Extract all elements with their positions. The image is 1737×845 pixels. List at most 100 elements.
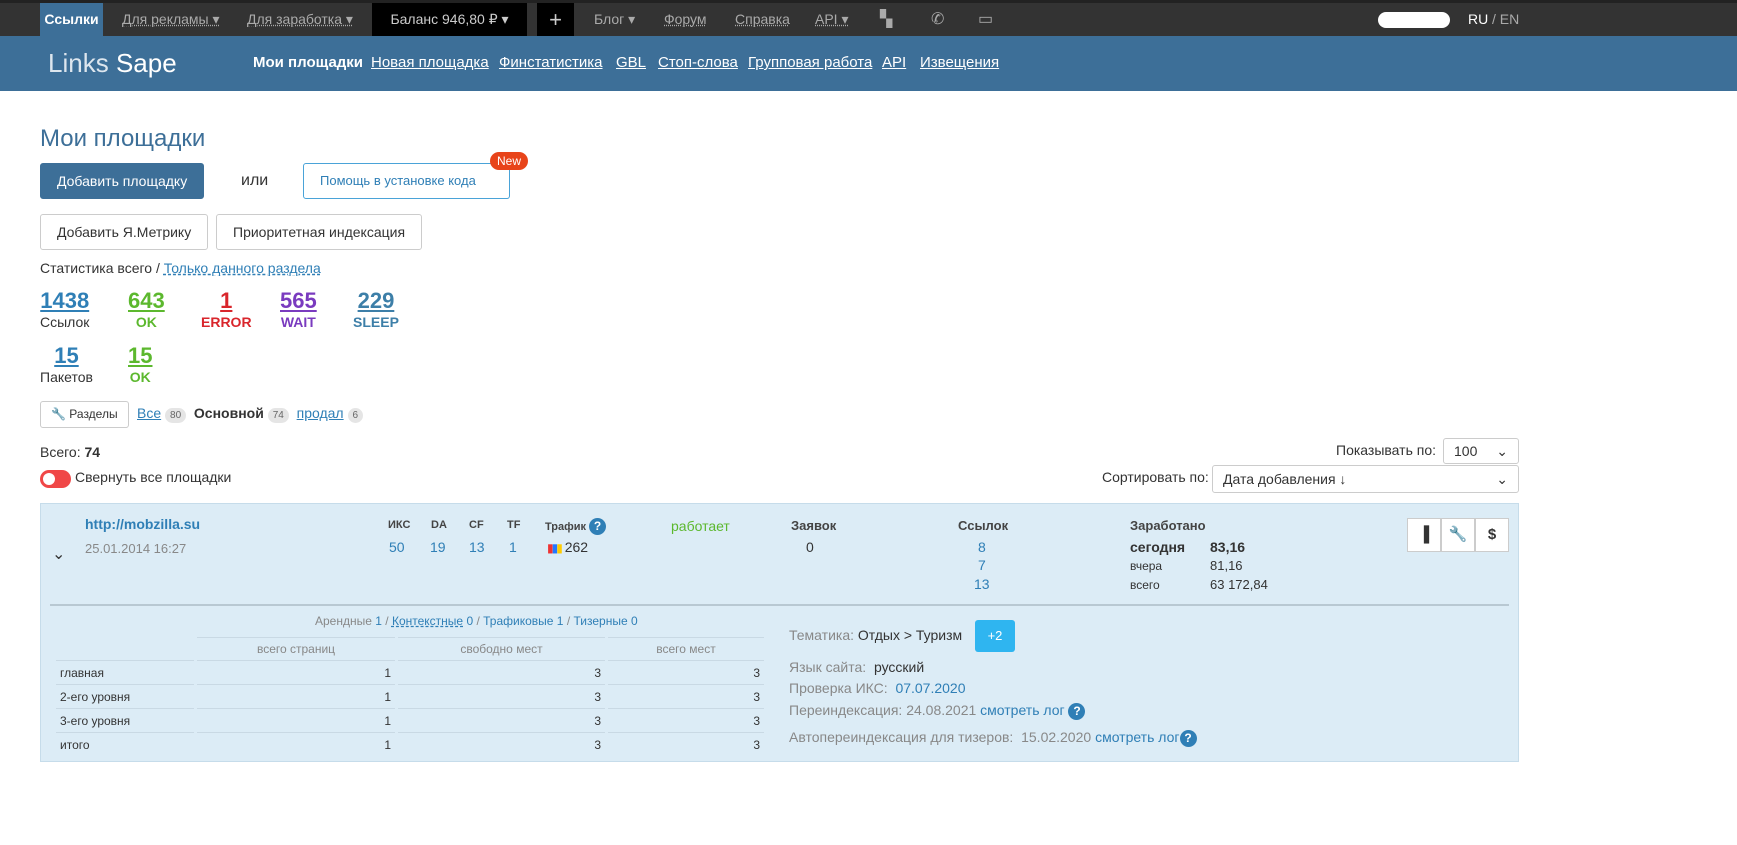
nav-group[interactable]: Групповая работа (748, 54, 872, 71)
site-status: работает (671, 518, 730, 534)
filter-main[interactable]: Основной (194, 405, 264, 421)
requests-value: 0 (806, 539, 814, 555)
page-title: Мои площадки (40, 125, 206, 152)
stat-all-label: Статистика всего / (40, 260, 160, 276)
header: Links Sape Мои площадки Новая площадка Ф… (0, 36, 1737, 91)
menu-ads[interactable]: Для рекламы ▾ (122, 3, 220, 36)
nav-notices[interactable]: Извещения (920, 54, 999, 71)
collapse-label: Свернуть все площадки (75, 469, 232, 485)
site-card: http://mobzilla.su 25.01.2014 16:27 ⌄ ИК… (40, 503, 1519, 762)
collapse-toggle[interactable] (40, 470, 71, 488)
sections-button[interactable]: 🔧 Разделы (40, 401, 129, 428)
add-icon[interactable]: + (537, 3, 574, 36)
link-forum[interactable]: Форум (664, 3, 707, 36)
tab-links[interactable]: Ссылки (40, 3, 103, 36)
lang-en[interactable]: / EN (1492, 3, 1519, 36)
sort-select[interactable]: Дата добавления ↓ ⌄ (1212, 465, 1519, 493)
user-redacted[interactable] (1378, 12, 1450, 28)
balance-menu[interactable]: Баланс 946,80 ₽ ▾ (372, 3, 527, 36)
type-context[interactable]: Контекстные (392, 614, 463, 628)
add-metrika-button[interactable]: Добавить Я.Метрику (40, 214, 209, 250)
help-icon[interactable]: ? (1179, 730, 1197, 747)
filter-all[interactable]: Все (137, 405, 161, 421)
total-label: Всего: (40, 444, 81, 460)
divider (50, 604, 1509, 606)
stat-ok[interactable]: 643 OK (128, 288, 165, 330)
stat-links[interactable]: 1438 Ссылок (40, 288, 89, 330)
tf-header: TF (507, 519, 521, 531)
count-badge: 74 (267, 408, 289, 423)
nav-my-sites[interactable]: Мои площадки (253, 54, 363, 71)
nav-api[interactable]: API (882, 54, 906, 71)
phone-icon[interactable]: ✆ (931, 3, 944, 36)
lang-label: Язык сайта: (789, 659, 867, 675)
stat-error[interactable]: 1 ERROR (201, 288, 252, 330)
stat-packets-ok[interactable]: 15 OK (128, 343, 152, 385)
lang-ru[interactable]: RU (1468, 3, 1488, 36)
links-value[interactable]: 13 (974, 576, 990, 592)
yesterday-value: 81,16 (1210, 558, 1243, 573)
count-badge: 6 (347, 408, 364, 423)
nav-stopwords[interactable]: Стоп-слова (658, 54, 738, 71)
da-value: 19 (430, 539, 446, 555)
show-select[interactable]: 100 ⌄ (1443, 438, 1519, 464)
links-value[interactable]: 8 (978, 539, 986, 555)
link-help[interactable]: Справка (735, 3, 790, 36)
install-help-button[interactable]: Помощь в установке кода (303, 163, 510, 199)
metrika-icon: ▮▮▮ (547, 541, 563, 555)
nav-new-site[interactable]: Новая площадка (371, 54, 489, 71)
expand-chevron-icon[interactable]: ⌄ (52, 544, 65, 564)
device-icon[interactable]: ▭ (978, 3, 993, 36)
chat-icon[interactable]: ▚ (880, 3, 892, 36)
auto-reindex-log-link[interactable]: смотреть лог (1095, 729, 1179, 745)
dollar-icon[interactable]: $ (1475, 518, 1509, 552)
traffic-header: Трафик (545, 521, 587, 533)
type-traffic[interactable]: Трафиковые (483, 614, 553, 628)
nav-finstat[interactable]: Финстатистика (499, 54, 603, 71)
stat-section-link[interactable]: Только данного раздела (164, 260, 321, 276)
iks-value: 50 (389, 539, 405, 555)
menu-api[interactable]: API ▾ (815, 3, 848, 36)
chevron-down-icon: ⌄ (1496, 471, 1508, 487)
logo[interactable]: Links Sape (48, 48, 177, 79)
reindex-log-link[interactable]: смотреть лог (980, 702, 1064, 718)
menu-blog[interactable]: Блог ▾ (594, 3, 635, 36)
help-icon[interactable]: ? (1068, 703, 1086, 720)
theme-label: Тематика: (789, 627, 854, 643)
table-row: главная 1 3 3 (56, 661, 764, 685)
type-teaser[interactable]: Тизерные (574, 614, 628, 628)
sort-label: Сортировать по: (1102, 469, 1209, 485)
stats-icon[interactable]: ▐ (1407, 518, 1441, 552)
or-label: или (241, 172, 269, 189)
add-site-button[interactable]: Добавить площадку (40, 163, 205, 199)
reindex-label: Переиндексация: 24.08.2021 (789, 702, 977, 718)
cf-header: CF (469, 519, 484, 531)
nav-gbl[interactable]: GBL (616, 54, 646, 71)
theme-more-button[interactable]: +2 (975, 620, 1015, 652)
theme-value: Отдых > Туризм (857, 627, 963, 643)
requests-header: Заявок (791, 518, 837, 533)
links-value[interactable]: 7 (978, 557, 986, 573)
menu-earn[interactable]: Для заработка ▾ (247, 3, 353, 36)
show-label: Показывать по: (1336, 442, 1437, 458)
new-badge: New (490, 152, 529, 170)
stat-packets[interactable]: 15 Пакетов (40, 343, 93, 385)
stat-sleep[interactable]: 229 SLEEP (353, 288, 399, 330)
count-badge: 80 (165, 408, 187, 423)
wrench-icon: 🔧 (51, 407, 66, 421)
total-earned-value: 63 172,84 (1210, 577, 1268, 592)
lang-value: русский (873, 659, 925, 675)
today-label: сегодня (1130, 539, 1186, 555)
help-icon[interactable]: ? (589, 518, 607, 535)
chevron-down-icon: ⌄ (1496, 443, 1508, 459)
wrench-icon[interactable]: 🔧 (1441, 518, 1475, 552)
places-table: всего страниц свободно мест всего мест гла… (53, 637, 767, 757)
iks-header: ИКС (388, 519, 411, 531)
da-header: DA (431, 519, 447, 531)
filter-sold[interactable]: продал (297, 405, 344, 421)
total-label: всего (1130, 578, 1160, 592)
stat-wait[interactable]: 565 WAIT (280, 288, 317, 330)
priority-index-button[interactable]: Приоритетная индексация (216, 214, 423, 250)
site-url[interactable]: http://mobzilla.su (85, 516, 200, 532)
today-value: 83,16 (1210, 539, 1246, 555)
